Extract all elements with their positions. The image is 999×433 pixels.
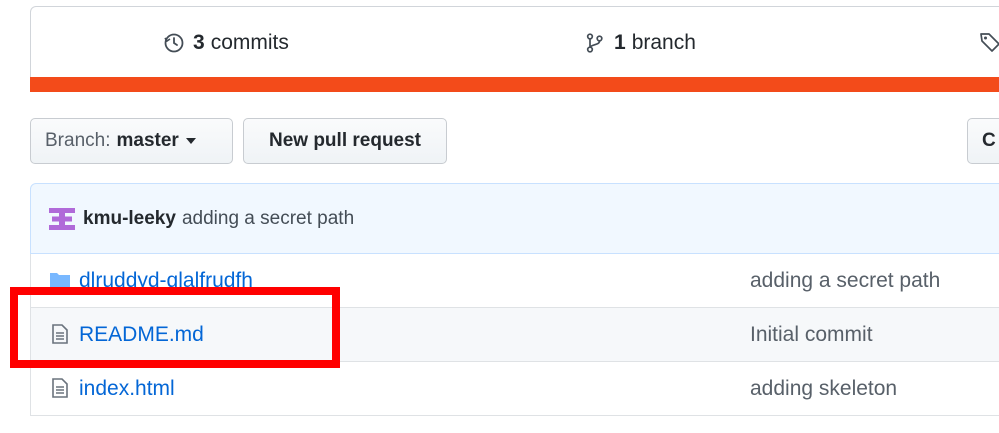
file-icon: [49, 377, 71, 399]
file-commit-message[interactable]: Initial commit: [750, 323, 873, 347]
file-name-link[interactable]: index.html: [79, 377, 175, 401]
commits-link[interactable]: 3 commits: [163, 31, 289, 55]
history-icon: [163, 32, 185, 54]
language-bar[interactable]: [30, 77, 999, 92]
branch-select-button[interactable]: Branch: master: [30, 118, 233, 164]
commits-label: commits: [210, 31, 289, 54]
file-commit-message[interactable]: adding skeleton: [750, 377, 897, 401]
commits-count: 3: [193, 31, 205, 54]
new-pull-request-button[interactable]: New pull request: [243, 118, 447, 164]
file-commit-message[interactable]: adding a secret path: [750, 269, 940, 293]
latest-commit-bar: kmu-leeky adding a secret path: [30, 183, 999, 254]
file-row-index: index.html adding skeleton: [30, 362, 999, 416]
caret-down-icon: [185, 138, 196, 144]
git-branch-icon: [584, 32, 606, 54]
branch-name: master: [116, 130, 179, 151]
tag-icon: [979, 31, 999, 53]
commit-message[interactable]: adding a secret path: [182, 208, 354, 230]
tags-link[interactable]: [979, 31, 999, 53]
branch-prefix-label: Branch:: [45, 130, 111, 151]
commit-author[interactable]: kmu-leeky: [83, 208, 176, 230]
highlight-box: [10, 287, 340, 368]
branches-link[interactable]: 1 branch: [584, 31, 696, 55]
branches-label: branch: [631, 31, 696, 54]
clone-download-button[interactable]: C: [967, 118, 999, 164]
identicon-avatar[interactable]: [49, 206, 75, 232]
branches-count: 1: [614, 31, 626, 54]
